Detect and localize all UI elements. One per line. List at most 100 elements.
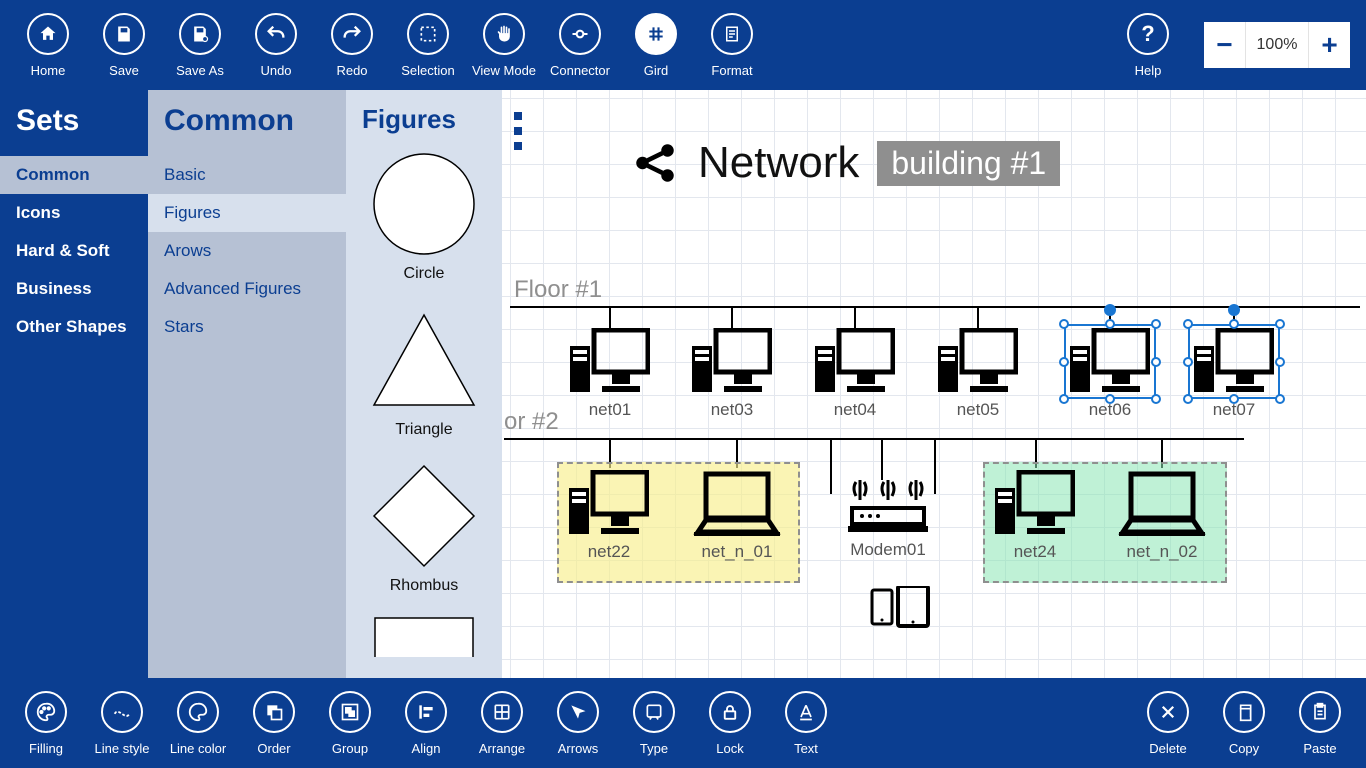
save-button[interactable]: Save (86, 0, 162, 90)
diagram-badge[interactable]: building #1 (877, 141, 1060, 186)
zoom-in-button[interactable]: + (1308, 22, 1350, 68)
help-button[interactable]: ? Help (1110, 0, 1186, 90)
format-button[interactable]: Format (694, 0, 770, 90)
arrange-icon (481, 691, 523, 733)
shape-square[interactable] (369, 617, 479, 657)
filling-button[interactable]: Filling (8, 678, 84, 768)
sets-item-hard-soft[interactable]: Hard & Soft (0, 232, 148, 270)
selection-net06[interactable] (1064, 324, 1156, 399)
close-icon (1147, 691, 1189, 733)
group-button[interactable]: Group (312, 678, 388, 768)
order-button[interactable]: Order (236, 678, 312, 768)
arrows-button[interactable]: Arrows (540, 678, 616, 768)
diagram-title[interactable]: Network (698, 138, 859, 188)
workstation-icon (569, 470, 649, 538)
diagram-canvas[interactable]: Network building #1 Floor #1 or #2 net01 (502, 90, 1366, 678)
grid-button[interactable]: Gird (618, 0, 694, 90)
selection-rotate-handle[interactable] (1104, 304, 1116, 316)
node-net22[interactable]: net22 (569, 470, 649, 562)
node-net05[interactable]: net05 (938, 328, 1018, 420)
node-net03[interactable]: net03 (692, 328, 772, 420)
common-item-figures[interactable]: Figures (148, 194, 346, 232)
arrows-icon (557, 691, 599, 733)
selection-handle[interactable] (1105, 319, 1115, 329)
delete-button[interactable]: Delete (1130, 678, 1206, 768)
save-as-button[interactable]: Save As (162, 0, 238, 90)
selection-button[interactable]: Selection (390, 0, 466, 90)
selection-handle[interactable] (1275, 319, 1285, 329)
paste-icon (1299, 691, 1341, 733)
selection-handle[interactable] (1059, 319, 1069, 329)
panel-drag-handle[interactable] (514, 112, 522, 150)
shape-triangle[interactable]: Triangle (369, 305, 479, 439)
selection-handle[interactable] (1275, 394, 1285, 404)
selection-handle[interactable] (1105, 394, 1115, 404)
selection-handle[interactable] (1059, 394, 1069, 404)
selection-handle[interactable] (1151, 319, 1161, 329)
format-icon (711, 13, 753, 55)
home-label: Home (31, 63, 66, 78)
common-item-arrows[interactable]: Arows (148, 232, 346, 270)
paste-button[interactable]: Paste (1282, 678, 1358, 768)
selection-handle[interactable] (1183, 319, 1193, 329)
selection-handle[interactable] (1059, 357, 1069, 367)
home-button[interactable]: Home (10, 0, 86, 90)
selection-net07[interactable] (1188, 324, 1280, 399)
zoom-out-button[interactable]: − (1204, 22, 1246, 68)
redo-label: Redo (336, 63, 367, 78)
share-icon (630, 138, 680, 188)
common-item-advanced-figures[interactable]: Advanced Figures (148, 270, 346, 308)
undo-button[interactable]: Undo (238, 0, 314, 90)
undo-icon (255, 13, 297, 55)
save-label: Save (109, 63, 139, 78)
selection-handle[interactable] (1229, 319, 1239, 329)
selection-handle[interactable] (1275, 357, 1285, 367)
hand-icon (483, 13, 525, 55)
workstation-icon (692, 328, 772, 396)
selection-handle[interactable] (1183, 357, 1193, 367)
line-style-button[interactable]: Line style (84, 678, 160, 768)
selection-rotate-handle[interactable] (1228, 304, 1240, 316)
node-mobile-devices[interactable] (870, 586, 930, 628)
save-icon (103, 13, 145, 55)
selection-handle[interactable] (1151, 357, 1161, 367)
connector-button[interactable]: Connector (542, 0, 618, 90)
redo-button[interactable]: Redo (314, 0, 390, 90)
node-net01[interactable]: net01 (570, 328, 650, 420)
undo-label: Undo (260, 63, 291, 78)
node-net-n-02[interactable]: net_n_02 (1117, 470, 1207, 562)
arrange-button[interactable]: Arrange (464, 678, 540, 768)
common-item-basic[interactable]: Basic (148, 156, 346, 194)
selection-handle[interactable] (1229, 394, 1239, 404)
sets-item-other-shapes[interactable]: Other Shapes (0, 308, 148, 346)
workstation-icon (570, 328, 650, 396)
floor1-label[interactable]: Floor #1 (514, 276, 602, 304)
floor2-label[interactable]: or #2 (504, 408, 559, 436)
shape-rhombus[interactable]: Rhombus (369, 461, 479, 595)
common-item-stars[interactable]: Stars (148, 308, 346, 346)
zoom-value: 100% (1246, 22, 1308, 68)
view-mode-button[interactable]: View Mode (466, 0, 542, 90)
modem-icon (848, 478, 928, 536)
lock-button[interactable]: Lock (692, 678, 768, 768)
sets-item-common[interactable]: Common (0, 156, 148, 194)
save-as-icon (179, 13, 221, 55)
diagram-title-row: Network building #1 (630, 138, 1060, 188)
sets-item-business[interactable]: Business (0, 270, 148, 308)
line-color-button[interactable]: Line color (160, 678, 236, 768)
align-button[interactable]: Align (388, 678, 464, 768)
shape-circle[interactable]: Circle (369, 149, 479, 283)
node-net-n-01[interactable]: net_n_01 (692, 470, 782, 562)
copy-button[interactable]: Copy (1206, 678, 1282, 768)
laptop-icon (692, 470, 782, 538)
selection-handle[interactable] (1151, 394, 1161, 404)
sets-item-icons[interactable]: Icons (0, 194, 148, 232)
node-modem01[interactable]: Modem01 (848, 478, 928, 560)
text-button[interactable]: Text (768, 678, 844, 768)
node-net24[interactable]: net24 (995, 470, 1075, 562)
node-net04[interactable]: net04 (815, 328, 895, 420)
workstation-icon (995, 470, 1075, 538)
type-button[interactable]: Type (616, 678, 692, 768)
group-icon (329, 691, 371, 733)
selection-handle[interactable] (1183, 394, 1193, 404)
